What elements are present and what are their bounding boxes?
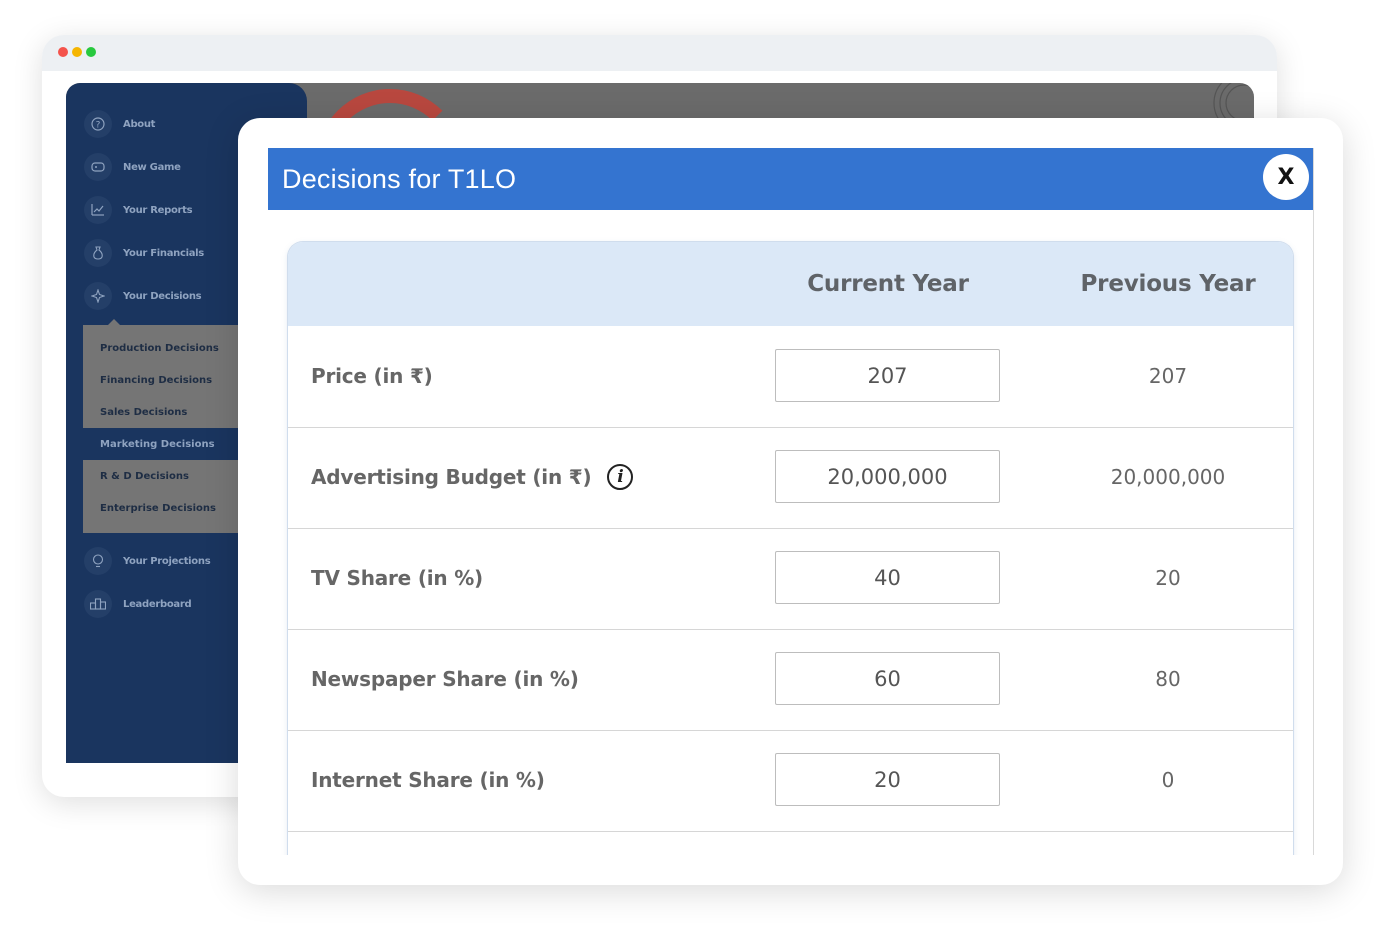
modal-header: Decisions for T1LO X <box>268 148 1313 210</box>
svg-text:?: ? <box>96 121 101 131</box>
decisions-table: Current Year Previous Year Price (in ₹) … <box>287 241 1294 855</box>
submenu-caret <box>107 319 121 326</box>
sidebar-item-label: Leaderboard <box>123 598 192 610</box>
table-header: Current Year Previous Year <box>288 242 1293 326</box>
column-header-current-year: Current Year <box>807 271 969 297</box>
decorative-rings <box>1213 83 1254 123</box>
minimize-window-dot[interactable] <box>72 47 82 57</box>
row-label-text: Newspaper Share (in %) <box>311 667 579 691</box>
previous-year-value: 80 <box>1155 667 1181 691</box>
row-label-text: Internet Share (in %) <box>311 768 545 792</box>
table-row-tv-share: TV Share (in %) 20 <box>288 528 1293 630</box>
previous-year-value: 20 <box>1155 566 1181 590</box>
lightbulb-icon <box>84 547 112 575</box>
newspaper-share-input[interactable] <box>775 652 1000 705</box>
sidebar-item-label: Your Reports <box>123 204 193 216</box>
sidebar-item-label: New Game <box>123 161 181 173</box>
question-icon: ? <box>84 110 112 138</box>
table-row-newspaper-share: Newspaper Share (in %) 80 <box>288 629 1293 731</box>
internet-share-input[interactable] <box>775 753 1000 806</box>
tv-share-input[interactable] <box>775 551 1000 604</box>
previous-year-value: 0 <box>1161 768 1175 792</box>
sidebar-item-new-game[interactable]: New Game <box>84 152 181 182</box>
column-header-previous-year: Previous Year <box>1080 271 1256 297</box>
sidebar-item-reports[interactable]: Your Reports <box>84 195 193 225</box>
row-label: Price (in ₹) <box>311 326 433 426</box>
podium-icon <box>84 590 112 618</box>
sidebar-item-label: Your Decisions <box>123 290 202 302</box>
info-icon[interactable]: i <box>607 464 634 490</box>
table-row-price: Price (in ₹) 207 <box>288 326 1293 428</box>
sidebar-item-projections[interactable]: Your Projections <box>84 546 211 576</box>
sidebar-item-label: Your Financials <box>123 247 204 259</box>
modal-title: Decisions for T1LO <box>282 163 517 194</box>
close-button[interactable]: X <box>1263 154 1309 200</box>
maximize-window-dot[interactable] <box>86 47 96 57</box>
sidebar-item-label: About <box>123 118 156 130</box>
decisions-modal: Decisions for T1LO X Current Year Previo… <box>268 148 1314 855</box>
row-label-text: TV Share (in %) <box>311 566 483 590</box>
previous-year-value: 20,000,000 <box>1110 465 1226 489</box>
advertising-budget-input[interactable] <box>775 450 1000 503</box>
table-row-internet-share: Internet Share (in %) 0 <box>288 730 1293 832</box>
table-row-advertising-budget: Advertising Budget (in ₹) i 20,000,000 <box>288 427 1293 529</box>
browser-title-bar <box>42 35 1277 71</box>
row-label: Advertising Budget (in ₹) i <box>311 427 634 527</box>
row-label: TV Share (in %) <box>311 528 483 628</box>
sidebar-item-about[interactable]: ? About <box>84 109 155 139</box>
money-bag-icon <box>84 239 112 267</box>
row-label: Newspaper Share (in %) <box>311 629 579 729</box>
close-window-dot[interactable] <box>58 47 68 57</box>
chart-line-icon <box>84 196 112 224</box>
compass-icon <box>84 282 112 310</box>
row-label-text: Price (in ₹) <box>311 364 433 388</box>
sidebar-item-label: Your Projections <box>123 555 211 567</box>
sidebar-item-leaderboard[interactable]: Leaderboard <box>84 589 192 619</box>
sidebar-item-decisions[interactable]: Your Decisions <box>84 281 202 311</box>
price-input[interactable] <box>775 349 1000 402</box>
row-label-text: Advertising Budget (in ₹) <box>311 465 592 489</box>
sidebar-item-financials[interactable]: Your Financials <box>84 238 204 268</box>
row-label: Internet Share (in %) <box>311 730 545 830</box>
gamepad-icon <box>84 153 112 181</box>
modal-card: Decisions for T1LO X Current Year Previo… <box>238 118 1343 885</box>
previous-year-value: 207 <box>1148 364 1188 388</box>
